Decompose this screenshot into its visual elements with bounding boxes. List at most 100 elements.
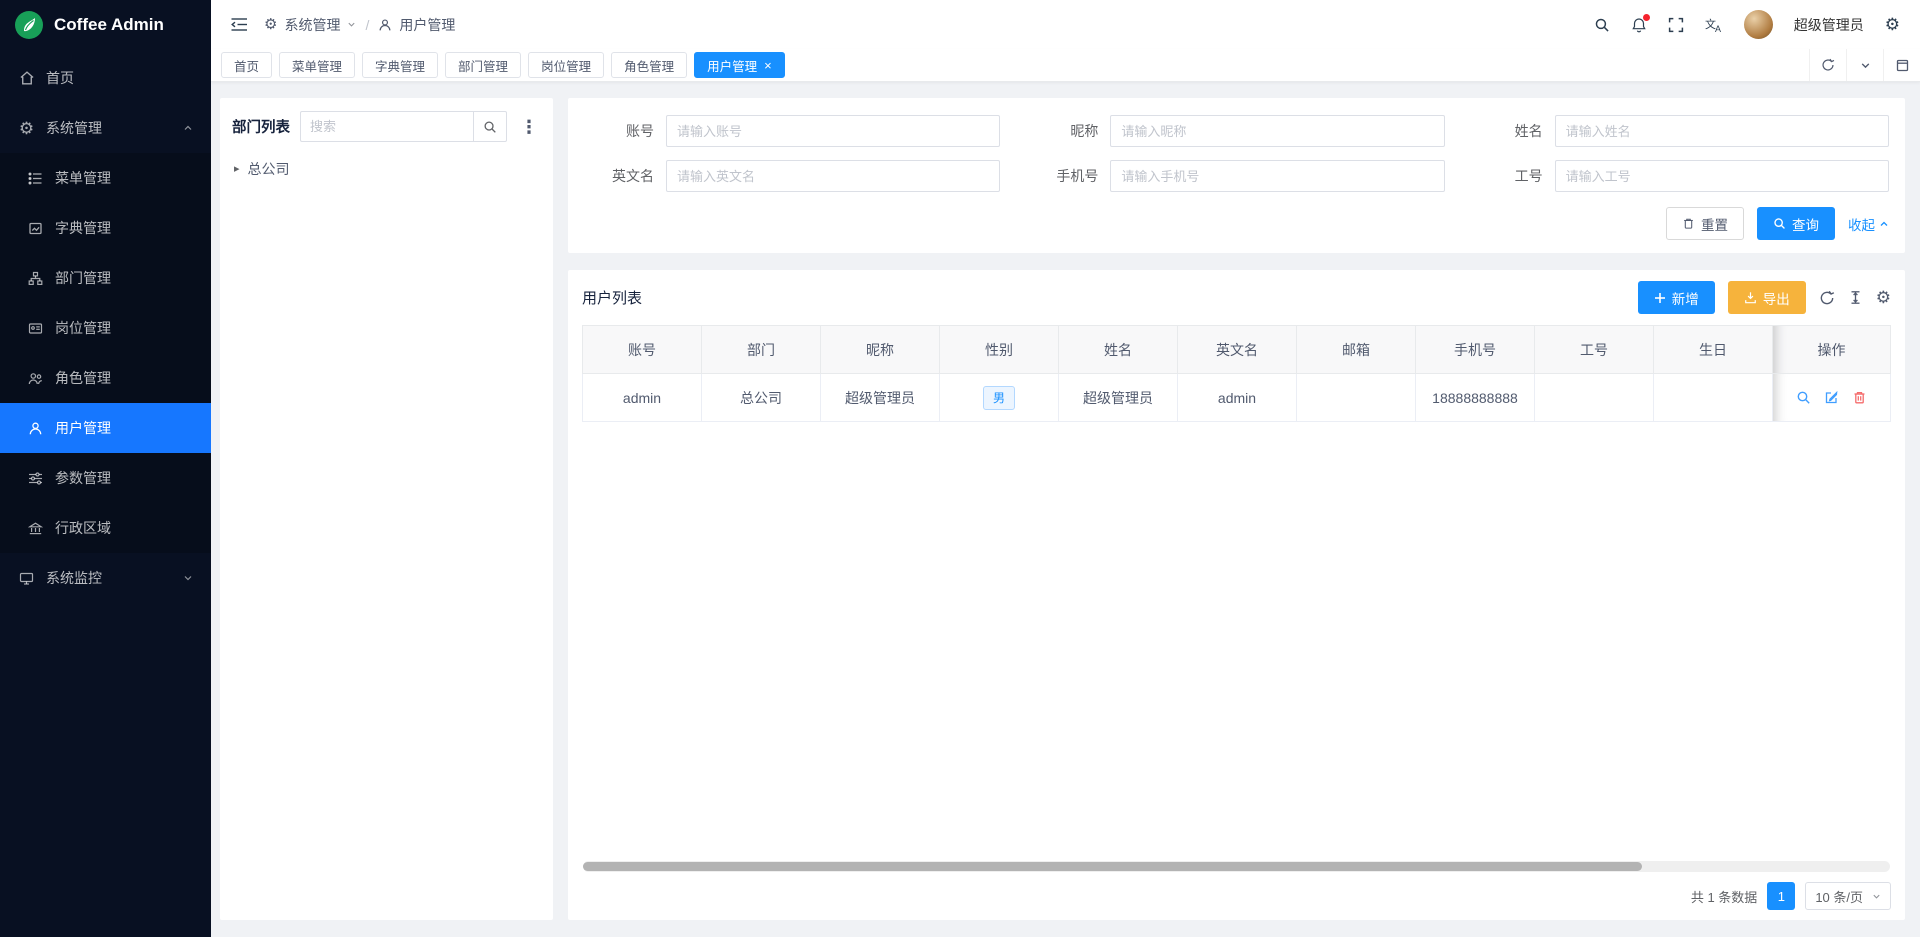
tree-node-root[interactable]: ▸ 总公司 [232,155,541,183]
chevron-down-icon [1872,892,1881,901]
scrollbar-thumb[interactable] [583,862,1642,871]
field-label: 昵称 [1028,121,1098,141]
column-header: 邮箱 [1297,326,1416,374]
name-input[interactable] [1555,115,1889,147]
department-search-button[interactable] [473,111,507,142]
breadcrumb-item-system[interactable]: 系统管理 [284,15,340,35]
notifications-bell-icon[interactable] [1631,17,1647,33]
table-row[interactable]: admin 总公司 超级管理员 男 超级管理员 admin 1888888888… [583,374,1891,422]
sidebar-item-post-management[interactable]: 岗位管理 [0,303,211,353]
tree-expand-caret-icon[interactable]: ▸ [234,164,240,175]
column-header: 部门 [702,326,821,374]
job-number-input[interactable] [1555,160,1889,192]
sliders-icon [27,471,44,486]
tab-user-management[interactable]: 用户管理 × [694,52,785,78]
more-options-icon[interactable]: ⋮ [517,118,541,136]
delete-icon[interactable] [1852,390,1867,405]
chevron-down-icon [183,573,193,583]
sidebar-item-dept-management[interactable]: 部门管理 [0,253,211,303]
fullscreen-icon[interactable] [1668,17,1684,33]
cell-birthday [1654,374,1773,422]
sidebar-menu: 首页 ⚙ 系统管理 菜单管理 字典管理 部门管理 岗位管理 [0,49,211,603]
column-header: 英文名 [1178,326,1297,374]
search-icon[interactable] [1594,17,1610,33]
cell-job-number [1535,374,1654,422]
nickname-input[interactable] [1110,115,1444,147]
add-user-button[interactable]: 新增 [1638,281,1715,314]
id-card-icon [27,321,44,336]
sidebar-item-label: 系统监控 [46,568,102,588]
sidebar-collapse-icon[interactable] [231,17,248,32]
sidebar-item-region-management[interactable]: 行政区域 [0,503,211,553]
department-panel: 部门列表 ⋮ ▸ 总公司 [220,98,553,920]
department-search [300,111,507,142]
export-button[interactable]: 导出 [1728,281,1806,314]
tab-dept-management[interactable]: 部门管理 [445,52,521,78]
main-section: 账号 昵称 姓名 英文名 手机号 [568,98,1905,920]
sidebar-item-user-management[interactable]: 用户管理 [0,403,211,453]
sidebar-item-system-management[interactable]: ⚙ 系统管理 [0,103,211,153]
edit-icon[interactable] [1824,390,1839,405]
system-submenu: 菜单管理 字典管理 部门管理 岗位管理 角色管理 用户管理 [0,153,211,553]
tab-post-management[interactable]: 岗位管理 [528,52,604,78]
home-icon [18,70,35,86]
user-list-card: 用户列表 新增 导出 ⚙ [568,270,1905,920]
notification-dot [1643,14,1650,21]
column-header: 性别 [940,326,1059,374]
tab-label: 角色管理 [624,56,674,75]
chevron-down-icon[interactable] [1846,49,1883,81]
filter-field-english-name: 英文名 [584,160,1000,192]
sidebar-item-role-management[interactable]: 角色管理 [0,353,211,403]
account-input[interactable] [666,115,1000,147]
sidebar-item-label: 菜单管理 [55,168,111,188]
user-table: 账号 部门 昵称 性别 姓名 英文名 邮箱 手机号 工号 生日 操作 [582,325,1891,422]
avatar[interactable] [1744,10,1773,39]
collapse-filter-link[interactable]: 收起 [1848,214,1889,234]
column-settings-gear-icon[interactable]: ⚙ [1876,289,1891,306]
settings-gear-icon[interactable]: ⚙ [1885,16,1900,33]
refresh-icon[interactable] [1819,290,1835,306]
page-size-select[interactable]: 10 条/页 [1805,882,1891,910]
column-header: 昵称 [821,326,940,374]
maximize-icon[interactable] [1883,49,1920,81]
tab-dict-management[interactable]: 字典管理 [362,52,438,78]
cell-email [1297,374,1416,422]
english-name-input[interactable] [666,160,1000,192]
phone-input[interactable] [1110,160,1444,192]
tab-label: 菜单管理 [292,56,342,75]
search-icon [1773,217,1786,230]
sidebar-item-system-monitor[interactable]: 系统监控 [0,553,211,603]
sidebar-item-param-management[interactable]: 参数管理 [0,453,211,503]
refresh-icon[interactable] [1809,49,1846,81]
column-header: 账号 [583,326,702,374]
tab-label: 字典管理 [375,56,425,75]
page-content: 部门列表 ⋮ ▸ 总公司 账号 昵称 [211,82,1920,937]
translate-icon[interactable]: 文A [1705,17,1723,33]
query-button[interactable]: 查询 [1757,207,1835,240]
sidebar-item-dict-management[interactable]: 字典管理 [0,203,211,253]
user-icon [378,18,392,32]
tab-menu-management[interactable]: 菜单管理 [279,52,355,78]
page-number-button[interactable]: 1 [1767,882,1795,910]
row-density-icon[interactable] [1848,290,1863,305]
current-user-name[interactable]: 超级管理员 [1794,15,1864,35]
monitor-icon [18,571,35,586]
department-panel-title: 部门列表 [232,116,290,137]
field-label: 账号 [584,121,654,141]
chevron-up-icon [1879,219,1889,229]
close-icon[interactable]: × [764,59,772,72]
reset-button[interactable]: 重置 [1666,207,1744,240]
filter-actions: 重置 查询 收起 [584,207,1889,240]
sidebar-item-label: 角色管理 [55,368,111,388]
total-count-text: 共 1 条数据 [1691,887,1757,906]
tab-role-management[interactable]: 角色管理 [611,52,687,78]
tab-home[interactable]: 首页 [221,52,272,78]
view-icon[interactable] [1796,390,1811,405]
sidebar-item-home[interactable]: 首页 [0,53,211,103]
org-chart-icon [27,271,44,286]
filter-field-account: 账号 [584,115,1000,147]
sidebar-item-menu-management[interactable]: 菜单管理 [0,153,211,203]
department-search-input[interactable] [300,111,473,142]
table-title: 用户列表 [582,287,642,308]
table-header-row: 账号 部门 昵称 性别 姓名 英文名 邮箱 手机号 工号 生日 操作 [583,326,1891,374]
